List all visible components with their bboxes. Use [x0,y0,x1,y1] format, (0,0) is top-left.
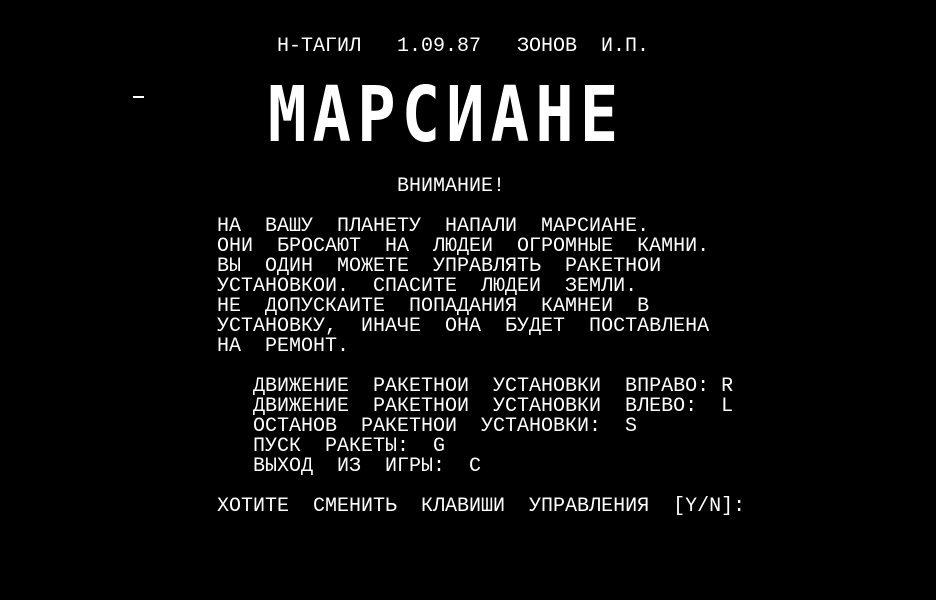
story-line: УСТАНОВКОИ. СПАСИТЕ ЛЮДЕИ ЗЕМЛИ. [217,275,638,298]
control-exit: ВЫХОД ИЗ ИГРЫ: C [253,455,482,478]
change-keys-prompt[interactable]: ХОТИТЕ СМЕНИТЬ КЛАВИШИ УПРАВЛЕНИЯ [Y/N]: [217,497,745,517]
game-title: МАРСИАНЕ [268,71,625,160]
story-line: НЕ ДОПУСКАИТЕ ПОПАДАНИЯ КАМНЕИ В [217,295,650,318]
control-stop: ОСТАНОВ РАКЕТНОИ УСТАНОВКИ: S [253,415,638,438]
warning-heading: ВНИМАНИЕ! [397,175,506,198]
header-line: Н-ТАГИЛ 1.09.87 ЗОНОВ И.П. [277,35,650,58]
text-cursor [133,96,144,98]
story-line: НА ВАШУ ПЛАНЕТУ НАПАЛИ МАРСИАНЕ. [217,215,650,238]
story-line: ОНИ БРОСАЮТ НА ЛЮДЕИ ОГРОМНЫЕ КАМНИ. [217,235,710,258]
control-launch: ПУСК РАКЕТЫ: G [253,435,446,458]
control-right: ДВИЖЕНИЕ РАКЕТНОИ УСТАНОВКИ ВПРАВО: R [253,375,734,398]
story-line: УСТАНОВКУ, ИНАЧЕ ОНА БУДЕТ ПОСТАВЛЕНА [217,315,710,338]
story-line: НА РЕМОНТ. [217,335,350,358]
control-left: ДВИЖЕНИЕ РАКЕТНОИ УСТАНОВКИ ВЛЕВО: L [253,395,734,418]
story-line: ВЫ ОДИН МОЖЕТЕ УПРАВЛЯТЬ РАКЕТНОИ [217,255,662,278]
